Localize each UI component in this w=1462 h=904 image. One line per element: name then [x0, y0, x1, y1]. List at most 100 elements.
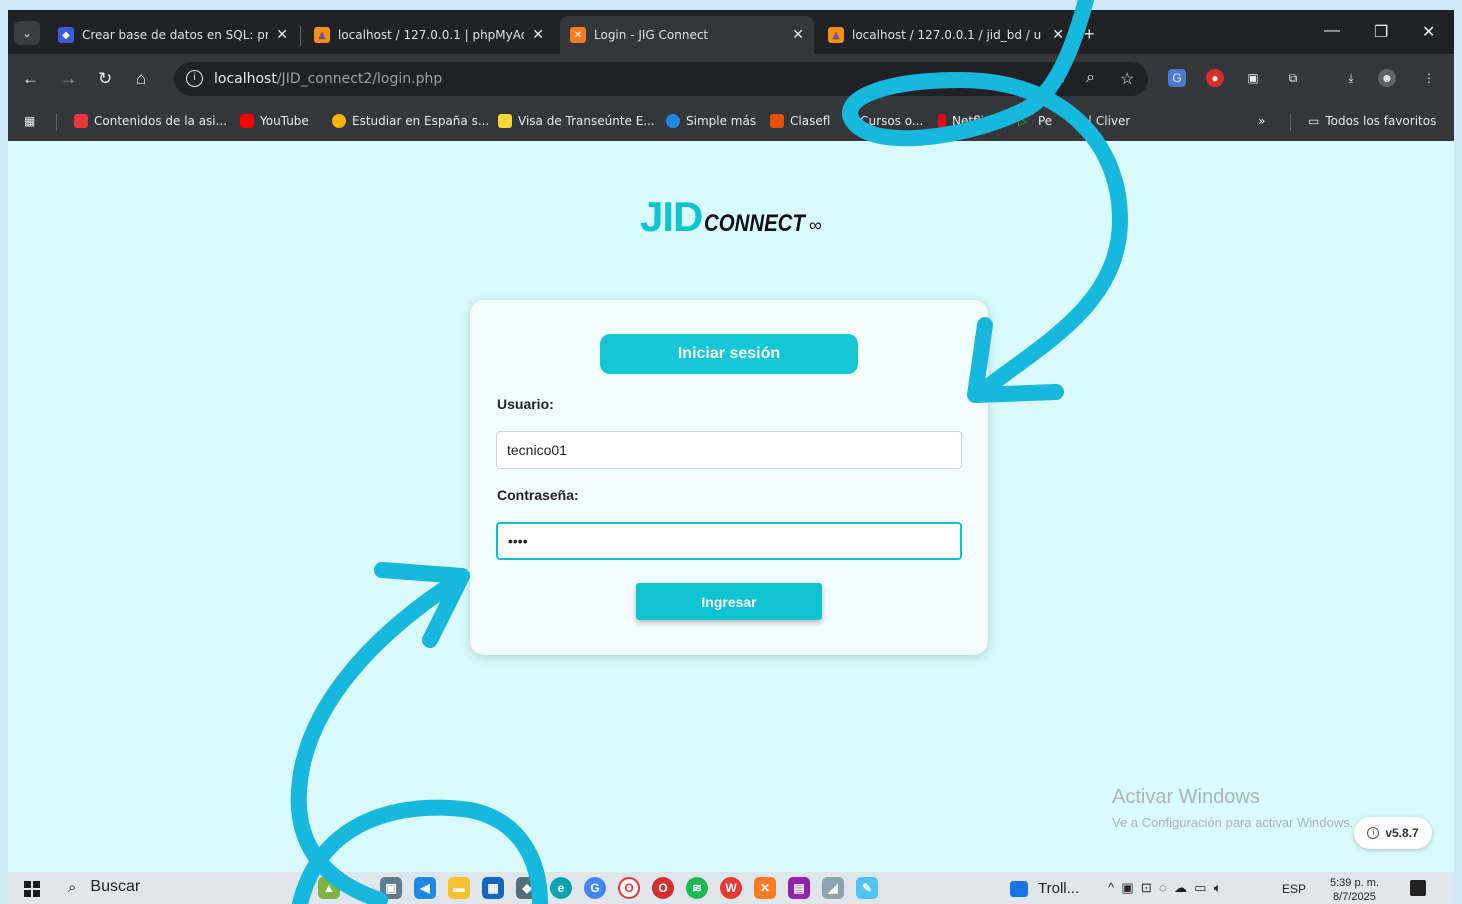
close-window-icon[interactable]: ✕: [1422, 22, 1435, 42]
tab-search-button[interactable]: ⌄: [14, 21, 40, 45]
bookmark-youtube[interactable]: YouTube: [240, 114, 309, 128]
restore-icon[interactable]: ❐: [1374, 22, 1388, 42]
version-badge[interactable]: i v5.8.7: [1354, 817, 1432, 849]
taskbar-search[interactable]: ⌕ Buscar: [68, 878, 140, 896]
store-icon[interactable]: ▦: [482, 877, 504, 899]
video-app-icon: [1010, 880, 1028, 897]
paint-icon[interactable]: ✎: [856, 877, 878, 899]
network-icon[interactable]: ▭: [1194, 880, 1206, 895]
extension-icon[interactable]: ▣: [1244, 69, 1262, 87]
apps-grid-icon[interactable]: ▦: [24, 114, 35, 128]
system-tray[interactable]: ^ ▣ ⊡ ◌ ☁ ▭ 🔈︎: [1108, 880, 1222, 896]
profile-avatar[interactable]: ☻: [1378, 69, 1396, 87]
play-icon: ▷: [1018, 114, 1028, 128]
all-bookmarks-folder[interactable]: ▭ Todos los favoritos: [1308, 114, 1436, 128]
bookmark-estudiar[interactable]: Estudiar en España s...: [332, 114, 489, 128]
opera-icon[interactable]: O: [652, 877, 674, 899]
bookmark-visa[interactable]: Visa de Transeúnte E...: [498, 114, 655, 128]
login-page: JID CONNECT ∞ Iniciar sesión Usuario: Co…: [8, 141, 1454, 872]
phpmyadmin-icon: ▲: [314, 27, 330, 43]
bookmark-simple-mas[interactable]: Simple más: [666, 114, 756, 128]
language-indicator[interactable]: ESP: [1282, 882, 1306, 896]
password-key-icon[interactable]: ⚿: [1052, 69, 1064, 87]
address-bar[interactable]: i localhost/JID_connect2/login.php ⚿ ⌕ ☆: [174, 62, 1148, 96]
bookmark-divider: [1290, 113, 1291, 131]
new-tab-button[interactable]: +: [1084, 24, 1095, 45]
home-icon[interactable]: ⌂: [136, 69, 146, 89]
tab-login-jig-connect[interactable]: ✕ Login - JIG Connect ✕: [560, 16, 814, 54]
reload-icon[interactable]: ↻: [98, 69, 112, 89]
url-text[interactable]: localhost/JID_connect2/login.php: [214, 71, 442, 87]
bookmark-netflix[interactable]: Netflix: [938, 114, 991, 128]
tab-divider: [300, 26, 301, 46]
spotify-icon[interactable]: ≋: [686, 877, 708, 899]
translate-extension-icon[interactable]: G: [1168, 69, 1186, 87]
file-explorer-icon[interactable]: ▬: [448, 877, 470, 899]
back-icon[interactable]: ←: [22, 69, 39, 89]
download-icon[interactable]: ⤓: [1342, 69, 1360, 87]
close-icon[interactable]: ✕: [1052, 27, 1064, 43]
tab-phpmyadmin[interactable]: ▲ localhost / 127.0.0.1 | phpMyAd ✕: [304, 16, 554, 54]
password-input[interactable]: [496, 522, 962, 560]
tab-crear-base-datos[interactable]: ◆ Crear base de datos en SQL: pri ✕: [48, 16, 298, 54]
menu-kebab-icon[interactable]: ⋮: [1420, 69, 1438, 87]
tab-phpmyadmin-jid-bd[interactable]: ▲ localhost / 127.0.0.1 / jid_bd / u ✕: [818, 16, 1074, 54]
bookmark-cursos[interactable]: - Cursos o...: [852, 114, 923, 128]
browser-toolbar: ← → ↻ ⌂ i localhost/JID_connect2/login.p…: [8, 54, 1454, 104]
app-icon[interactable]: ◢: [822, 877, 844, 899]
opera-gx-icon[interactable]: O: [618, 877, 640, 899]
site-info-icon[interactable]: i: [186, 70, 203, 87]
password-label: Contraseña:: [497, 487, 579, 503]
volume-icon[interactable]: 🔈︎: [1214, 880, 1222, 895]
xampp-icon: ✕: [570, 27, 586, 43]
youtube-icon: [240, 114, 254, 128]
taskbar-clock[interactable]: 5:39 p. m. 8/7/2025: [1330, 876, 1379, 904]
windows-activation-watermark: Activar Windows Ve a Configuración para …: [1112, 786, 1354, 830]
winrar-icon[interactable]: ▤: [788, 877, 810, 899]
folder-icon: ▭: [1308, 114, 1320, 128]
tray-app-icon[interactable]: ◌: [1159, 880, 1167, 895]
windows-taskbar: ⌕ Buscar ▲ ▣ ◀ ▬ ▦ ◆ e G O O ≋ W ✕ ▤ ◢ ✎…: [8, 872, 1454, 904]
chevron-up-icon[interactable]: ^: [1108, 880, 1114, 895]
bookmark-favicon-icon: [74, 114, 88, 128]
username-input[interactable]: [496, 431, 962, 469]
xampp-icon[interactable]: ✕: [754, 877, 776, 899]
windows-start-icon[interactable]: [24, 881, 40, 897]
minimize-icon[interactable]: —: [1324, 22, 1340, 40]
notification-icon[interactable]: [1410, 880, 1426, 896]
close-icon[interactable]: ✕: [276, 27, 288, 43]
widgets-icon[interactable]: ▲: [318, 877, 340, 899]
tray-app-icon[interactable]: ⊡: [1141, 880, 1152, 895]
bookmark-cliver[interactable]: | Cliver: [1088, 114, 1130, 128]
adblock-extension-icon[interactable]: ●: [1206, 69, 1224, 87]
tab-strip: ⌄ ◆ Crear base de datos en SQL: pri ✕ ▲ …: [8, 10, 1454, 54]
chrome-icon[interactable]: G: [584, 877, 606, 899]
info-icon: i: [1367, 827, 1380, 839]
wps-office-icon[interactable]: W: [720, 877, 742, 899]
taskbar-running-app[interactable]: Troll...: [1010, 880, 1079, 897]
bookmark-favicon-icon: [770, 114, 784, 128]
login-submit-button[interactable]: Ingresar: [636, 583, 822, 620]
bookmark-pe[interactable]: ▷ Pe: [1018, 114, 1052, 128]
bookmark-contenidos[interactable]: Contenidos de la asi...: [74, 114, 227, 128]
cloud-icon[interactable]: ☁: [1174, 880, 1187, 895]
forward-icon[interactable]: →: [60, 69, 77, 89]
tray-app-icon[interactable]: ▣: [1121, 880, 1133, 895]
bookmark-clasefl[interactable]: Clasefl: [770, 114, 830, 128]
zoom-icon[interactable]: ⌕: [1086, 69, 1095, 87]
close-icon[interactable]: ✕: [792, 27, 804, 43]
phpmyadmin-icon: ▲: [828, 27, 844, 43]
bookmark-favicon-icon: [332, 114, 346, 128]
bookmark-star-icon[interactable]: ☆: [1120, 69, 1134, 89]
bookmark-favicon-icon: [498, 114, 512, 128]
login-card: Iniciar sesión Usuario: Contraseña: Ingr…: [470, 300, 988, 655]
vscode-icon[interactable]: ◀: [414, 877, 436, 899]
close-icon[interactable]: ✕: [532, 27, 544, 43]
more-bookmarks-button[interactable]: »: [1258, 114, 1265, 128]
app-icon[interactable]: ◆: [516, 877, 538, 899]
edge-icon[interactable]: e: [550, 877, 572, 899]
puzzle-extensions-icon[interactable]: ⧉: [1284, 69, 1302, 87]
browser-window: ⌄ ◆ Crear base de datos en SQL: pri ✕ ▲ …: [8, 10, 1454, 141]
file-app-icon[interactable]: ▣: [380, 877, 402, 899]
bookmark-divider: [56, 113, 57, 131]
